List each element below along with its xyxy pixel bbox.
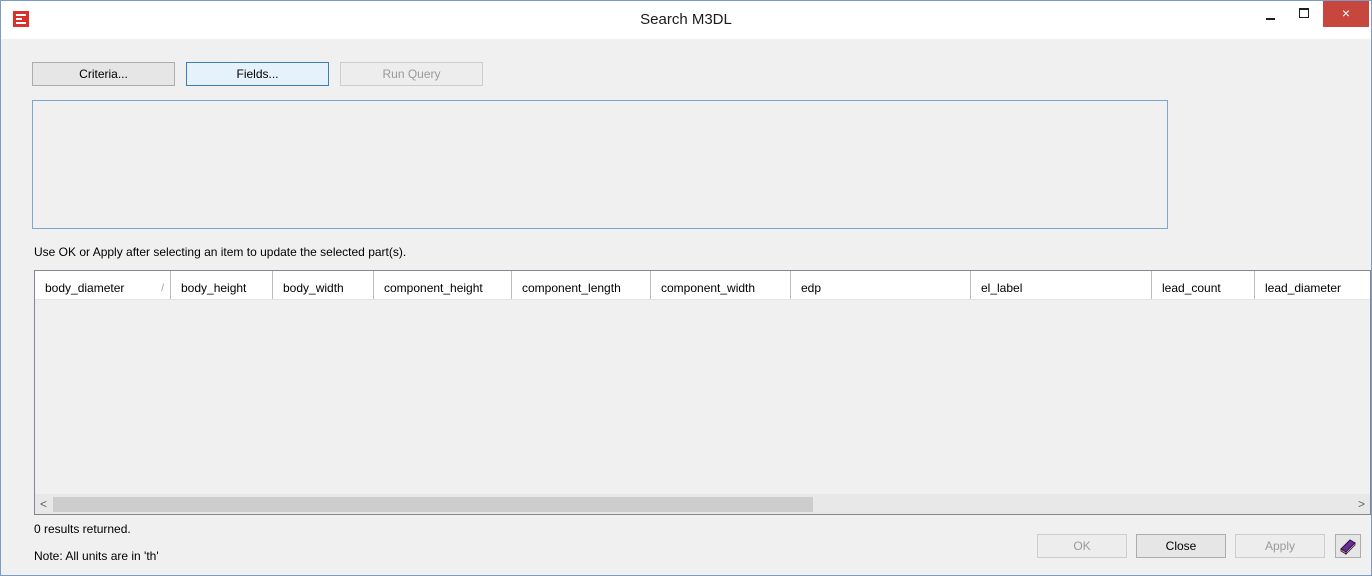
column-header-component-width[interactable]: component_width	[651, 271, 791, 299]
column-header-body-diameter[interactable]: body_diameter /	[35, 271, 171, 299]
column-header-body-height[interactable]: body_height	[171, 271, 273, 299]
column-header-el-label[interactable]: el_label	[971, 271, 1152, 299]
criteria-button[interactable]: Criteria...	[32, 62, 175, 86]
title-bar[interactable]: Search M3DL ×	[1, 1, 1371, 39]
scrollbar-thumb[interactable]	[53, 497, 813, 512]
ok-button[interactable]: OK	[1037, 534, 1127, 558]
help-button[interactable]	[1335, 534, 1361, 558]
close-button[interactable]: Close	[1136, 534, 1226, 558]
units-note: Note: All units are in 'th'	[34, 549, 159, 563]
column-header-label: lead_diameter	[1265, 281, 1342, 295]
results-grid[interactable]: body_diameter / body_height body_width c…	[34, 270, 1371, 515]
column-header-label: lead_count	[1162, 281, 1221, 295]
scroll-right-arrow-icon[interactable]: >	[1353, 495, 1370, 514]
minimize-button[interactable]	[1257, 1, 1285, 27]
run-query-button[interactable]: Run Query	[340, 62, 483, 86]
column-header-component-length[interactable]: component_length	[512, 271, 651, 299]
column-header-label: component_width	[661, 281, 756, 295]
column-header-label: body_diameter	[45, 281, 125, 295]
column-header-label: component_height	[384, 281, 483, 295]
horizontal-scrollbar[interactable]: < >	[35, 494, 1370, 514]
criteria-display	[32, 100, 1168, 229]
sort-indicator-icon: /	[161, 283, 164, 294]
column-header-label: component_length	[522, 281, 621, 295]
results-count: 0 results returned.	[34, 522, 131, 536]
close-icon: ×	[1341, 5, 1351, 21]
scroll-left-arrow-icon[interactable]: <	[35, 495, 52, 514]
column-header-label: edp	[801, 281, 822, 295]
column-header-edp[interactable]: edp	[791, 271, 971, 299]
close-window-button[interactable]: ×	[1323, 1, 1369, 27]
apply-button[interactable]: Apply	[1235, 534, 1325, 558]
maximize-button[interactable]	[1290, 1, 1318, 27]
column-header-lead-count[interactable]: lead_count	[1152, 271, 1255, 299]
column-header-lead-diameter[interactable]: lead_diameter	[1255, 271, 1370, 299]
grid-header: body_diameter / body_height body_width c…	[35, 271, 1370, 300]
help-book-icon	[1336, 539, 1360, 560]
column-header-component-height[interactable]: component_height	[374, 271, 512, 299]
window-title: Search M3DL	[640, 11, 732, 28]
fields-button[interactable]: Fields...	[186, 62, 329, 86]
column-header-body-width[interactable]: body_width	[273, 271, 374, 299]
column-header-label: body_width	[283, 281, 344, 295]
column-header-label: body_height	[181, 281, 247, 295]
column-header-label: el_label	[981, 281, 1023, 295]
selection-hint: Use OK or Apply after selecting an item …	[34, 245, 407, 259]
search-m3dl-window: Search M3DL × Criteria... Fields... Run …	[0, 0, 1372, 576]
grid-body[interactable]	[35, 300, 1370, 495]
